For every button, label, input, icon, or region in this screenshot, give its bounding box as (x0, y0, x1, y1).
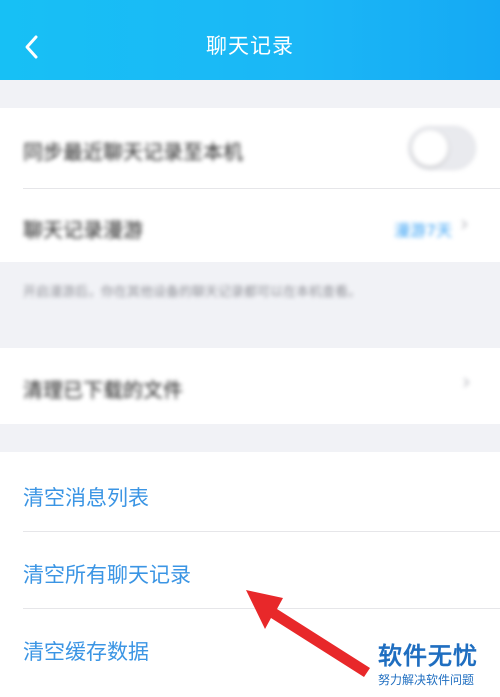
clear-cache-button[interactable]: 清空缓存数据 (23, 636, 149, 666)
clean-downloads-row[interactable]: 清理已下载的文件 › (0, 348, 500, 424)
chevron-right-icon: › (462, 370, 471, 395)
clean-downloads-label: 清理已下载的文件 (23, 378, 183, 402)
note-area (0, 262, 500, 348)
section-gap (0, 80, 500, 108)
watermark: 软件无忧 努力解决软件问题 (378, 636, 500, 688)
roaming-value: 漫游7天 (394, 221, 453, 240)
sync-toggle[interactable] (408, 126, 476, 170)
roaming-note: 开启漫游后，你在其他设备的聊天记录都可以在本机查看。 (23, 285, 362, 300)
divider (23, 531, 500, 532)
roaming-label: 聊天记录漫游 (23, 218, 143, 242)
chevron-right-icon: › (460, 212, 469, 237)
divider (23, 608, 500, 609)
nav-header: 聊天记录 (0, 0, 500, 80)
clear-message-list-button[interactable]: 清空消息列表 (23, 482, 149, 512)
clear-all-chat-history-button[interactable]: 清空所有聊天记录 (23, 559, 191, 589)
roaming-row[interactable]: 聊天记录漫游 漫游7天 › (0, 188, 500, 262)
section-gap (0, 424, 500, 452)
toggle-knob (412, 130, 448, 166)
watermark-title: 软件无忧 (378, 642, 478, 670)
watermark-subtitle: 努力解决软件问题 (378, 673, 475, 687)
divider (23, 188, 500, 189)
page-title: 聊天记录 (206, 34, 294, 58)
sync-label: 同步最近聊天记录至本机 (23, 140, 243, 164)
